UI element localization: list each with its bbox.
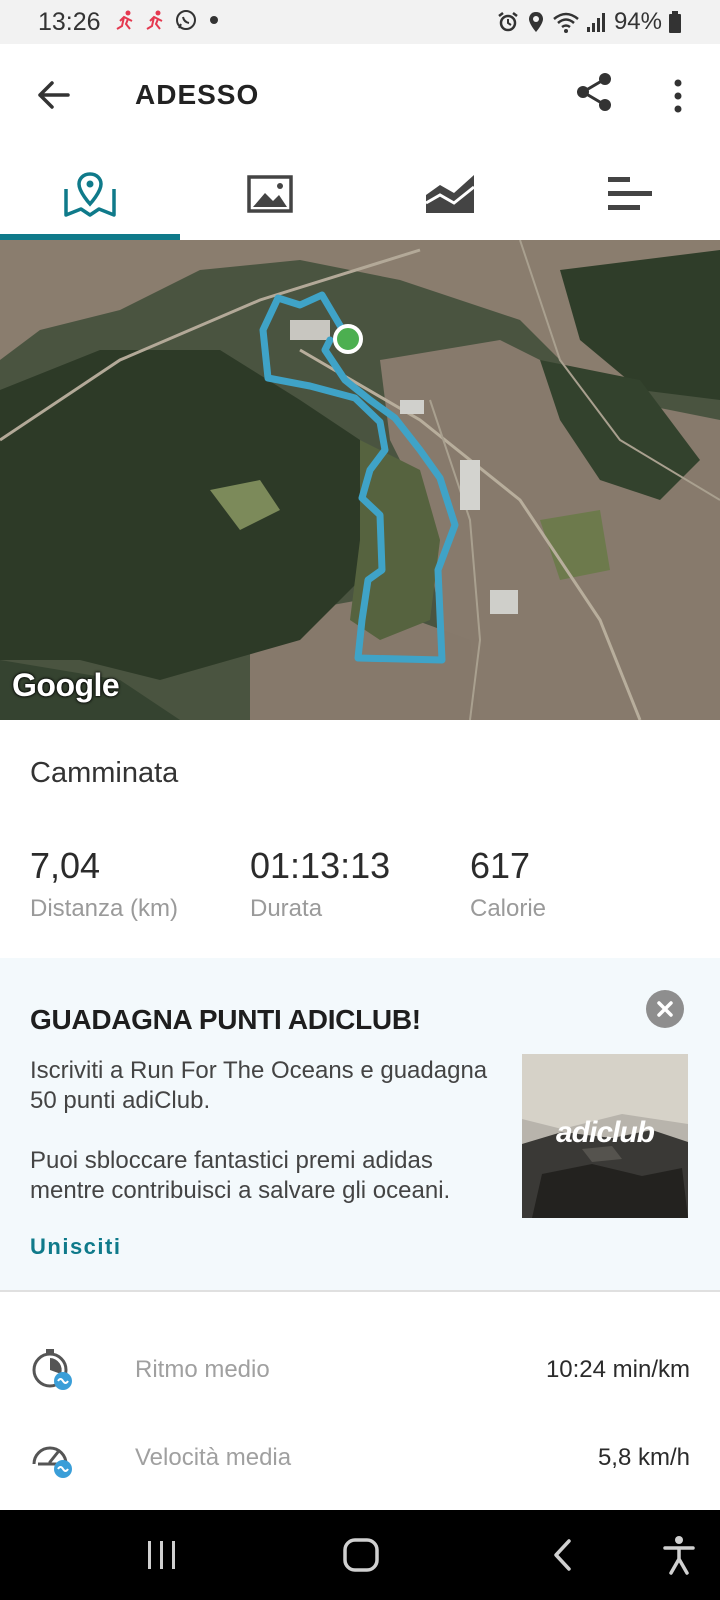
stat-distance: 7,04 Distanza (km) bbox=[30, 845, 178, 923]
activity-type: Camminata bbox=[30, 757, 179, 789]
stat-duration: 01:13:13 Durata bbox=[250, 845, 390, 923]
location-icon bbox=[528, 12, 543, 32]
stat-value: 01:13:13 bbox=[250, 845, 391, 886]
stat-label: Calorie bbox=[470, 895, 547, 922]
status-time: 13:26 bbox=[38, 8, 101, 36]
image-icon bbox=[247, 175, 293, 213]
dot-icon bbox=[210, 16, 218, 24]
recents-button[interactable] bbox=[137, 1530, 187, 1580]
back-icon bbox=[554, 1539, 571, 1571]
metric-row-pace[interactable]: Ritmo medio 10:24 min/km bbox=[0, 1330, 720, 1410]
promo-description-secondary: Puoi sbloccare fantastici premi adidas m… bbox=[30, 1147, 451, 1204]
tab-photos[interactable] bbox=[180, 148, 360, 240]
system-navigation-bar bbox=[0, 1510, 720, 1600]
adiclub-promo-card: GUADAGNA PUNTI ADICLUB! Iscriviti a Run … bbox=[0, 958, 720, 1292]
satellite-map-image bbox=[0, 240, 720, 720]
home-button[interactable] bbox=[336, 1530, 386, 1580]
more-vert-icon bbox=[674, 79, 682, 113]
close-icon bbox=[657, 1001, 673, 1017]
adiclub-logo: adiclub bbox=[555, 1116, 655, 1149]
metric-label: Ritmo medio bbox=[135, 1356, 270, 1383]
area-chart-icon bbox=[425, 175, 475, 213]
pace-timer-icon bbox=[30, 1346, 78, 1394]
app-bar: ADESSO bbox=[0, 44, 720, 148]
running-figure-icon bbox=[116, 10, 133, 30]
tab-charts[interactable] bbox=[360, 148, 540, 240]
more-options-button[interactable] bbox=[656, 72, 700, 120]
back-arrow-icon bbox=[38, 81, 70, 109]
stat-label: Distanza (km) bbox=[30, 895, 179, 922]
battery-icon bbox=[669, 11, 681, 33]
map-attribution: Google bbox=[12, 667, 120, 703]
tab-bar bbox=[0, 148, 720, 240]
stat-value: 7,04 bbox=[30, 845, 101, 886]
wifi-icon bbox=[553, 12, 579, 33]
speedometer-icon bbox=[30, 1434, 78, 1482]
promo-close-button[interactable] bbox=[646, 990, 684, 1028]
alarm-icon bbox=[498, 12, 518, 32]
promo-title: GUADAGNA PUNTI ADICLUB! bbox=[30, 1004, 421, 1035]
metric-row-speed[interactable]: Velocità media 5,8 km/h bbox=[0, 1418, 720, 1498]
stat-calories: 617 Calorie bbox=[470, 845, 546, 923]
tab-map[interactable] bbox=[0, 148, 180, 240]
system-back-button[interactable] bbox=[538, 1530, 588, 1580]
running-figure-icon bbox=[146, 10, 163, 30]
home-icon bbox=[343, 1538, 379, 1572]
recents-icon bbox=[148, 1541, 175, 1569]
metric-label: Velocità media bbox=[135, 1444, 292, 1471]
promo-image: adiclub bbox=[522, 1054, 688, 1218]
route-map[interactable]: Google bbox=[0, 240, 720, 720]
back-button[interactable] bbox=[28, 70, 78, 120]
stat-label: Durata bbox=[250, 895, 323, 922]
activity-stats: 7,04 Distanza (km) 01:13:13 Durata 617 C… bbox=[30, 845, 690, 925]
accessibility-button[interactable] bbox=[654, 1530, 704, 1580]
bars-icon bbox=[608, 177, 652, 210]
promo-description: Iscriviti a Run For The Oceans e guadagn… bbox=[30, 1057, 488, 1114]
metric-value: 5,8 km/h bbox=[597, 1444, 690, 1471]
battery-percent: 94% bbox=[613, 8, 662, 35]
whatsapp-icon bbox=[176, 10, 196, 30]
signal-icon bbox=[586, 13, 605, 32]
share-button[interactable] bbox=[575, 72, 623, 120]
notification-icons bbox=[114, 8, 222, 32]
page-title: ADESSO bbox=[135, 79, 260, 110]
stat-value: 617 bbox=[470, 845, 531, 886]
join-link[interactable]: Unisciti bbox=[30, 1234, 121, 1260]
share-icon bbox=[577, 73, 611, 111]
tab-details[interactable] bbox=[540, 148, 720, 240]
accessibility-icon bbox=[663, 1536, 695, 1575]
metric-value: 10:24 min/km bbox=[545, 1356, 690, 1383]
system-status-icons: 94% bbox=[496, 8, 682, 36]
map-pin-icon bbox=[64, 172, 116, 217]
status-bar: 13:26 94% bbox=[0, 0, 720, 44]
